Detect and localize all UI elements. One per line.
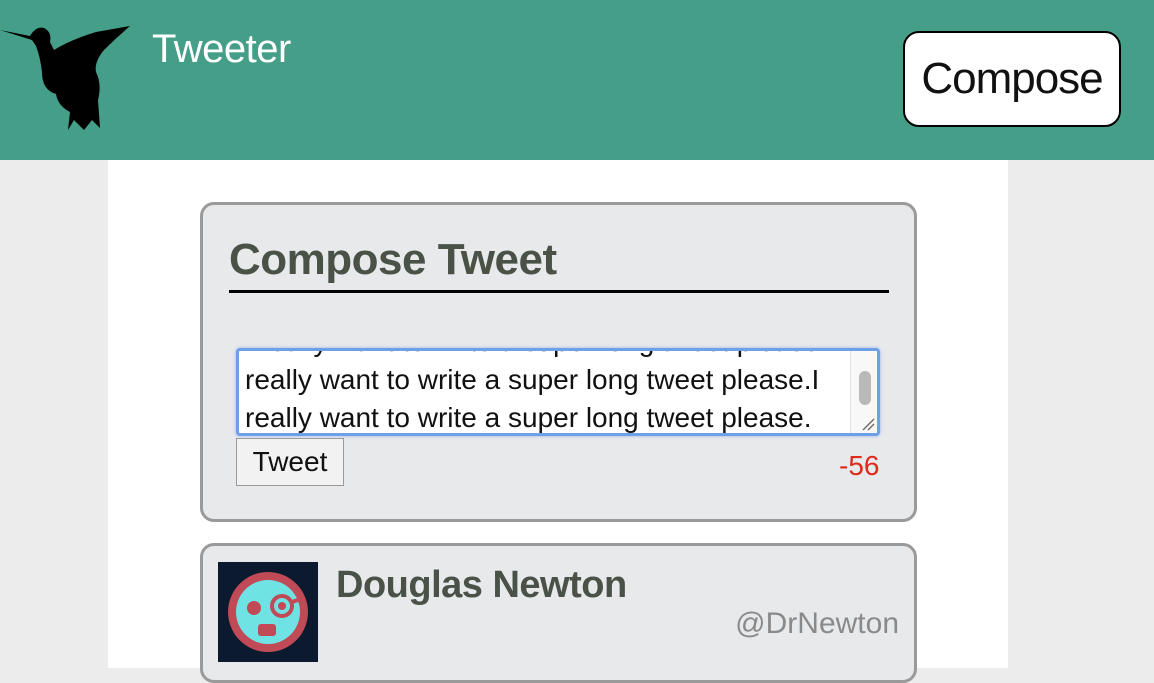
tweet-card: Douglas Newton @DrNewton — [200, 543, 917, 683]
character-counter: -56 — [839, 450, 880, 481]
tweet-text-input[interactable]: I really want to write a super long twee… — [236, 348, 880, 436]
resize-grip-icon[interactable] — [861, 417, 875, 431]
compose-button[interactable]: Compose — [903, 31, 1121, 127]
robot-face-avatar — [218, 562, 318, 662]
tweet-submit-button[interactable]: Tweet — [236, 438, 344, 486]
heading-divider — [229, 290, 889, 293]
compose-tweet-card: Compose Tweet I really want to write a s… — [200, 202, 917, 522]
tweet-author-handle: @DrNewton — [735, 607, 899, 640]
tweet-author-name: Douglas Newton — [336, 564, 627, 606]
hummingbird-icon[interactable] — [0, 16, 132, 132]
compose-tweet-heading: Compose Tweet — [229, 235, 557, 284]
scrollbar-thumb[interactable] — [859, 371, 871, 405]
brand-title[interactable]: Tweeter — [152, 24, 291, 74]
tweet-text-content[interactable]: I really want to write a super long twee… — [245, 351, 845, 433]
top-nav: Tweeter Compose — [0, 0, 1154, 160]
